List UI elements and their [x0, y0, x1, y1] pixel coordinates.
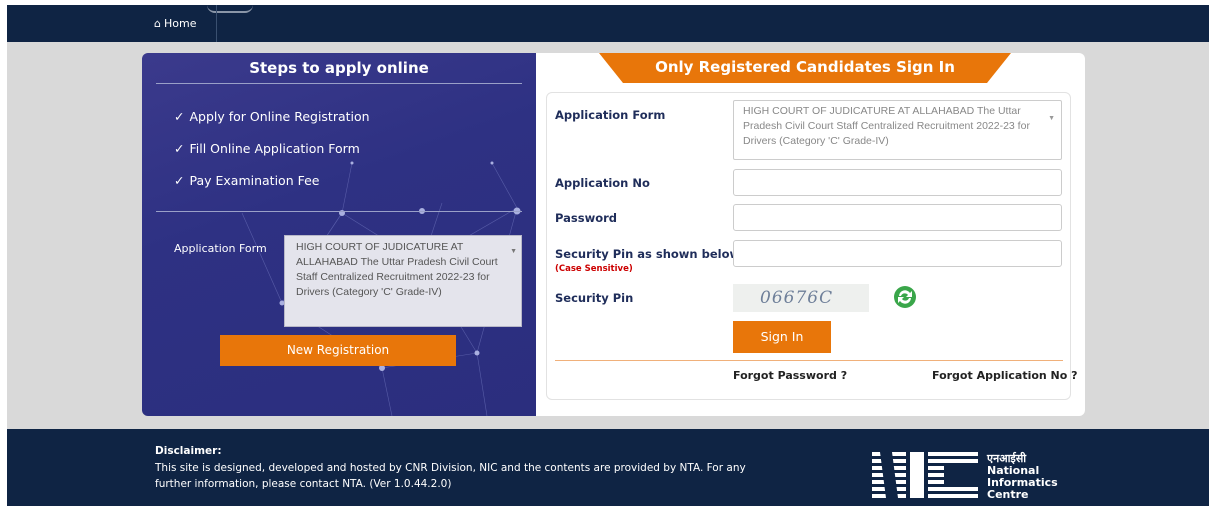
- top-nav-bar: ⌂ Home: [7, 5, 1209, 42]
- captcha-image: 06676C: [733, 284, 869, 312]
- captcha-text: 06676C: [760, 288, 834, 308]
- disclaimer-heading: Disclaimer:: [155, 445, 222, 457]
- chevron-down-icon: ▼: [1048, 115, 1055, 122]
- step-label: Pay Examination Fee: [189, 173, 320, 188]
- step-item: ✓ Fill Online Application Form: [174, 141, 360, 156]
- home-label: Home: [163, 17, 197, 30]
- password-input[interactable]: [733, 204, 1062, 231]
- nic-name: National Informatics Centre: [987, 465, 1058, 501]
- home-icon: ⌂: [154, 17, 161, 30]
- check-icon: ✓: [174, 173, 185, 188]
- step-label: Fill Online Application Form: [189, 141, 360, 156]
- sign-in-button[interactable]: Sign In: [733, 321, 831, 353]
- refresh-captcha-icon[interactable]: [893, 285, 917, 309]
- security-pin-label: Security Pin: [555, 291, 634, 305]
- disclaimer-text: This site is designed, developed and hos…: [155, 462, 746, 490]
- home-link[interactable]: ⌂ Home: [7, 5, 217, 42]
- step-item: ✓ Pay Examination Fee: [174, 173, 319, 188]
- check-icon: ✓: [174, 109, 185, 124]
- application-no-input[interactable]: [733, 169, 1062, 196]
- new-registration-button[interactable]: New Registration: [220, 335, 456, 366]
- forgot-application-no-link[interactable]: Forgot Application No ?: [932, 369, 1078, 382]
- application-form-select[interactable]: HIGH COURT OF JUDICATURE AT ALLAHABAD Th…: [284, 235, 522, 327]
- divider: [156, 211, 522, 212]
- security-pin-prompt: Security Pin as shown below: [555, 247, 741, 261]
- dropdown-value: HIGH COURT OF JUDICATURE AT ALLAHABAD Th…: [743, 105, 1030, 147]
- divider: [156, 83, 522, 84]
- case-sensitive-note: (Case Sensitive): [555, 264, 633, 274]
- steps-title: Steps to apply online: [249, 59, 429, 77]
- security-pin-input[interactable]: [733, 240, 1062, 267]
- nic-logo-icon: [872, 452, 978, 498]
- chevron-down-icon: ▼: [510, 248, 517, 255]
- application-form-field-label: Application Form: [555, 108, 666, 122]
- step-item: ✓ Apply for Online Registration: [174, 109, 370, 124]
- application-no-label: Application No: [555, 176, 650, 190]
- forgot-password-link[interactable]: Forgot Password ?: [733, 369, 847, 382]
- application-form-label: Application Form: [174, 242, 267, 255]
- nic-line: Centre: [987, 488, 1029, 501]
- step-label: Apply for Online Registration: [189, 109, 370, 124]
- sign-in-title: Only Registered Candidates Sign In: [655, 58, 955, 76]
- check-icon: ✓: [174, 141, 185, 156]
- divider: [555, 360, 1063, 361]
- select-value: HIGH COURT OF JUDICATURE AT ALLAHABAD Th…: [296, 241, 498, 298]
- password-label: Password: [555, 211, 617, 225]
- application-form-dropdown[interactable]: HIGH COURT OF JUDICATURE AT ALLAHABAD Th…: [733, 100, 1062, 160]
